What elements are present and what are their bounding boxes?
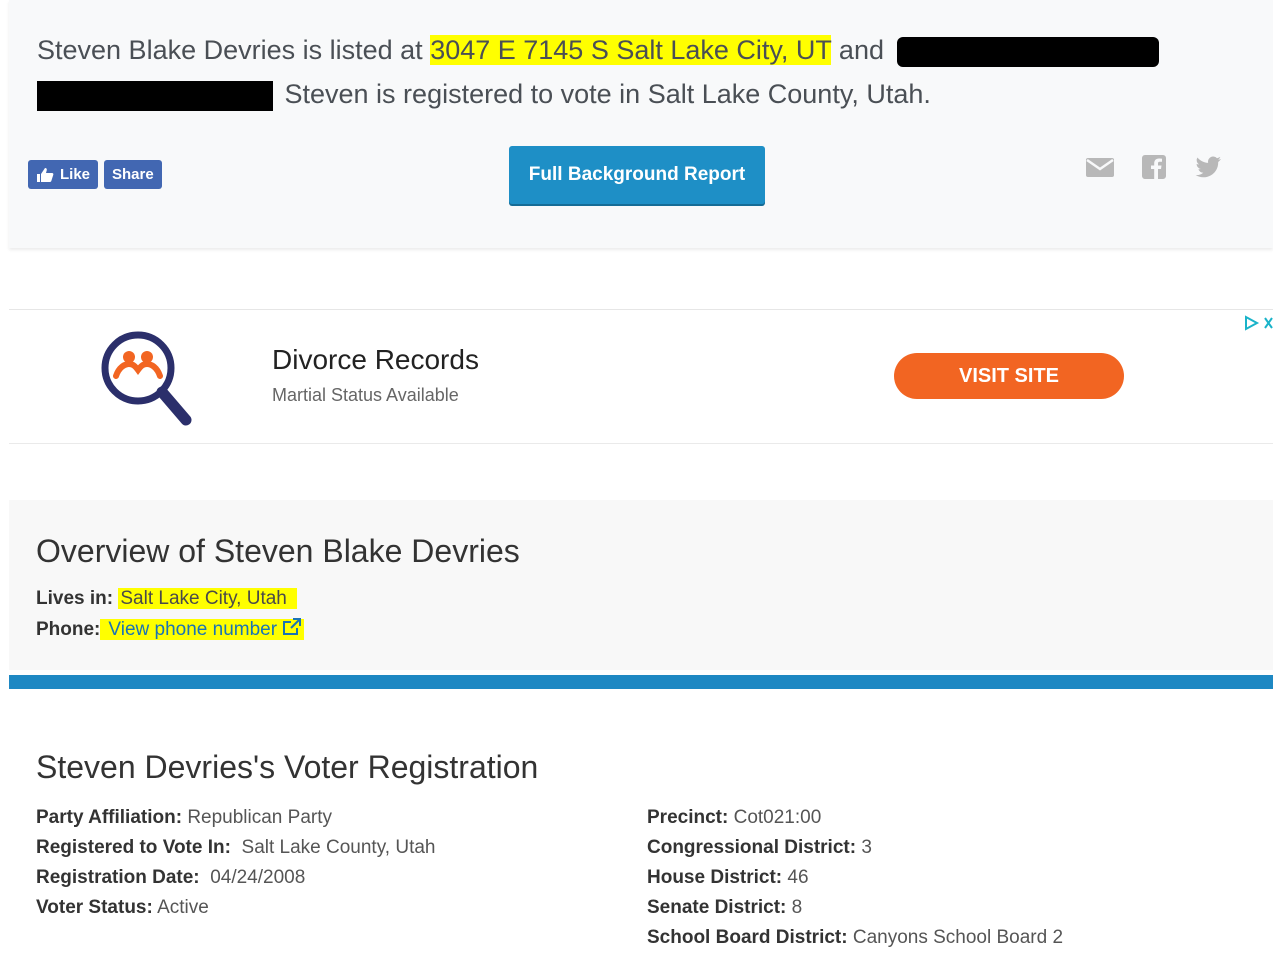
voter-registration-section: Steven Devries's Voter Registration Part… <box>9 689 1273 979</box>
thumbs-up-icon <box>37 167 54 182</box>
registered-to-vote-field: Registered to Vote In: Salt Lake County,… <box>36 837 436 859</box>
lives-in-label: Lives in: <box>36 588 114 609</box>
overview-section: Overview of Steven Blake Devries Lives i… <box>9 500 1273 670</box>
summary-mid: and <box>831 35 892 65</box>
party-affiliation-field: Party Affiliation: Republican Party <box>36 807 332 829</box>
summary-prefix: Steven Blake Devries is listed at <box>37 35 431 65</box>
senate-district-field: Senate District: 8 <box>647 897 802 919</box>
field-label: Voter Status: <box>36 897 153 918</box>
field-label: Registration Date: <box>36 867 200 888</box>
facebook-buttons: Like Share <box>28 160 162 189</box>
field-label: Congressional District: <box>647 837 857 858</box>
full-background-report-button[interactable]: Full Background Report <box>509 146 765 204</box>
registration-date-field: Registration Date: 04/24/2008 <box>36 867 305 889</box>
address-highlight: 3047 E 7145 S Salt Lake City, UT <box>430 35 832 65</box>
field-value: Cot021:00 <box>733 807 822 828</box>
phone-row: Phone: View phone number <box>36 618 305 641</box>
twitter-icon[interactable] <box>1193 154 1223 180</box>
overview-title: Overview of Steven Blake Devries <box>36 533 520 569</box>
lives-in-row: Lives in: Salt Lake City, Utah <box>36 588 297 610</box>
voter-title: Steven Devries's Voter Registration <box>36 749 539 785</box>
voter-status-field: Voter Status: Active <box>36 897 209 919</box>
field-label: School Board District: <box>647 927 848 948</box>
ad-subtitle: Martial Status Available <box>272 385 459 405</box>
share-icons <box>1085 154 1223 180</box>
phone-label: Phone: <box>36 619 101 640</box>
external-link-icon[interactable] <box>282 618 302 636</box>
redaction-block <box>897 36 1160 67</box>
lives-in-value: Salt Lake City, Utah <box>118 588 297 609</box>
field-label: House District: <box>647 867 783 888</box>
summary-text: Steven Blake Devries is listed at 3047 E… <box>37 28 1217 116</box>
redaction-block <box>37 80 273 111</box>
ad-title: Divorce Records <box>272 344 479 375</box>
summary-card: Steven Blake Devries is listed at 3047 E… <box>9 0 1273 248</box>
field-label: Precinct: <box>647 807 729 828</box>
field-value: Canyons School Board 2 <box>852 927 1064 948</box>
field-value: 8 <box>791 897 803 918</box>
visit-site-button[interactable]: VISIT SITE <box>894 353 1124 399</box>
share-label: Share <box>112 166 154 183</box>
field-label: Party Affiliation: <box>36 807 183 828</box>
school-board-district-field: School Board District: Canyons School Bo… <box>647 927 1063 949</box>
section-divider <box>9 675 1273 689</box>
field-label: Registered to Vote In: <box>36 837 231 858</box>
congressional-district-field: Congressional District: 3 <box>647 837 872 859</box>
house-district-field: House District: 46 <box>647 867 809 889</box>
summary-suffix: Steven is registered to vote in Salt Lak… <box>277 79 931 109</box>
email-icon[interactable] <box>1085 154 1115 180</box>
field-value: Salt Lake County, Utah <box>241 837 436 858</box>
field-label: Senate District: <box>647 897 787 918</box>
field-value: Republican Party <box>187 807 333 828</box>
facebook-share-button[interactable]: Share <box>104 160 162 189</box>
like-label: Like <box>60 166 91 183</box>
field-value: 3 <box>861 837 872 858</box>
phone-highlight: View phone number <box>100 618 305 640</box>
field-value: 04/24/2008 <box>210 867 306 888</box>
facebook-like-button[interactable]: Like <box>28 160 99 189</box>
field-value: Active <box>157 897 209 918</box>
magnifier-people-icon <box>101 331 192 426</box>
view-phone-link[interactable]: View phone number <box>108 619 277 640</box>
facebook-icon[interactable] <box>1139 154 1169 180</box>
precinct-field: Precinct: Cot021:00 <box>647 807 821 829</box>
advertisement-banner[interactable]: Divorce Records Martial Status Available… <box>9 309 1273 444</box>
field-value: 46 <box>787 867 809 888</box>
adchoices-icon[interactable] <box>1243 314 1273 332</box>
